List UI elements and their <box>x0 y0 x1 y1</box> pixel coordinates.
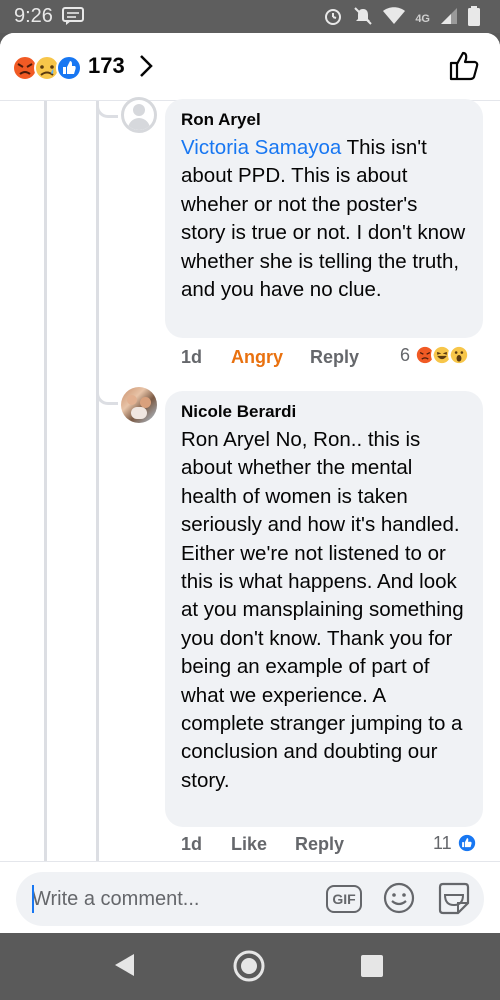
thread-connector <box>96 101 118 118</box>
sad-emoji-icon <box>34 55 60 81</box>
recent-apps-icon[interactable] <box>361 955 383 977</box>
sticker-icon <box>438 882 470 915</box>
comment-time: 1d <box>181 834 203 854</box>
reply-button[interactable]: Reply <box>310 347 359 368</box>
android-nav-bar <box>0 933 500 1000</box>
status-bar: 9:26 4G <box>0 0 500 33</box>
comments-sheet: 173 Ron Aryel Victoria Samayoa This isn'… <box>0 33 500 933</box>
mention-link[interactable]: Victoria Samayoa <box>181 136 341 159</box>
reply-button[interactable]: Reply <box>295 834 344 855</box>
reaction-button[interactable]: Angry <box>231 347 283 368</box>
message-notification-icon <box>62 7 84 30</box>
avatar[interactable] <box>121 97 157 133</box>
reaction-count: 173 <box>88 53 125 78</box>
text-caret <box>32 885 34 913</box>
reaction-summary-icons <box>12 55 84 81</box>
comment-composer: GIF <box>0 861 500 933</box>
reactions-header[interactable]: 173 <box>0 33 500 101</box>
comment-author[interactable]: Ron Aryel <box>181 109 467 131</box>
comment-reactions[interactable]: 6 <box>400 344 471 366</box>
comment-reaction-count: 11 <box>433 832 452 853</box>
battery-icon <box>468 6 480 31</box>
comment-actions: 1d Like Reply <box>0 834 500 862</box>
mute-icon <box>353 6 373 31</box>
gif-button[interactable]: GIF <box>326 885 362 913</box>
comment-bubble: Nicole Berardi Ron Aryel No, Ron.. this … <box>165 391 483 827</box>
avatar[interactable] <box>121 387 157 423</box>
comment-input[interactable] <box>32 872 302 926</box>
chevron-right-icon[interactable] <box>138 53 154 84</box>
status-time: 9:26 <box>14 5 53 27</box>
comment-reactions[interactable]: 11 <box>433 832 478 854</box>
like-outline-icon[interactable] <box>448 50 480 87</box>
emoji-button[interactable] <box>382 881 416 920</box>
comment-bubble: Ron Aryel Victoria Samayoa This isn't ab… <box>165 99 483 338</box>
comment-author[interactable]: Nicole Berardi <box>181 401 467 423</box>
thread-connector <box>96 378 118 405</box>
wifi-icon <box>383 7 406 30</box>
wow-emoji-icon <box>448 344 471 366</box>
comment-time: 1d <box>181 347 203 367</box>
like-emoji-icon <box>56 55 82 81</box>
comment-reaction-count: 6 <box>400 344 411 365</box>
alarm-icon <box>323 6 343 31</box>
thread-line <box>44 101 47 861</box>
like-button[interactable]: Like <box>231 834 267 855</box>
comment-text: Victoria Samayoa This isn't about PPD. T… <box>181 136 466 302</box>
thread-line <box>96 101 99 861</box>
back-icon[interactable] <box>114 953 136 982</box>
like-emoji-icon <box>455 832 478 854</box>
smiley-icon <box>383 882 415 914</box>
sticker-button[interactable] <box>436 881 472 922</box>
network-type: 4G <box>415 12 430 25</box>
signal-icon <box>440 7 458 30</box>
home-icon[interactable] <box>232 949 266 988</box>
angry-emoji-icon <box>12 55 38 81</box>
comment-input-box[interactable]: GIF <box>16 872 484 926</box>
system-icons: 4G <box>323 6 480 31</box>
comment-text: Ron Aryel No, Ron.. this is about whethe… <box>181 428 464 792</box>
